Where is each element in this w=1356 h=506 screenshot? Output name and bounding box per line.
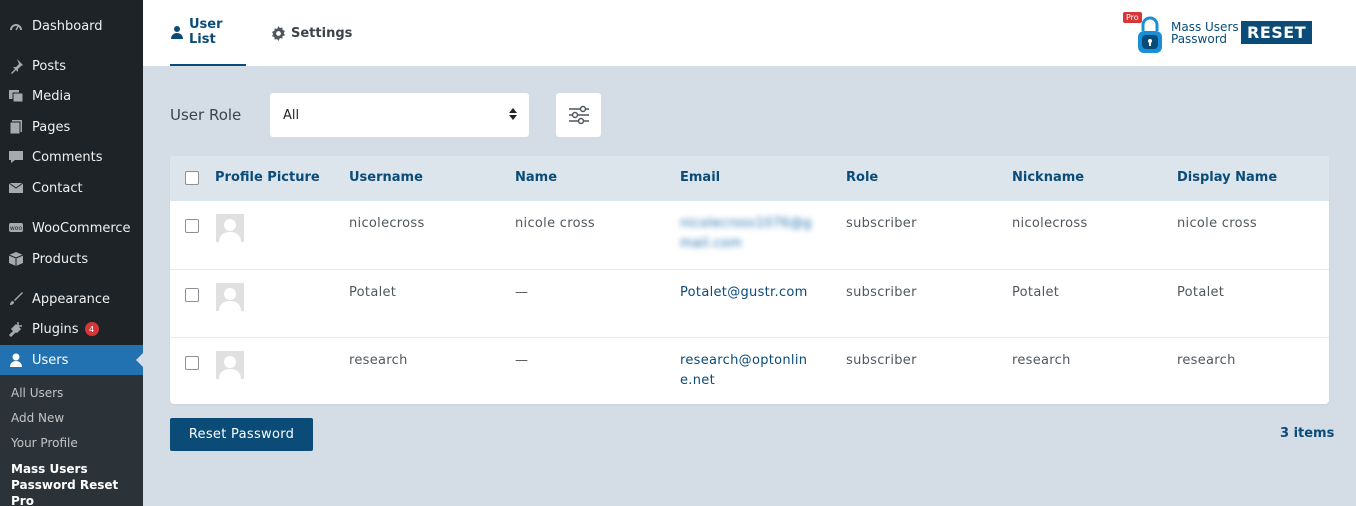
dashboard-icon (8, 18, 24, 34)
current-menu-arrow (136, 353, 143, 367)
submenu-mass-users-password-reset-pro[interactable]: Mass Users Password Reset Pro (11, 461, 136, 506)
user-icon (8, 352, 24, 368)
svg-text:woo: woo (10, 225, 23, 232)
tab-user-list[interactable]: User List (170, 0, 246, 66)
cell-display-name: nicole cross (1177, 216, 1258, 231)
table-row: nicolecross nicole cross nicolecross1076… (170, 201, 1329, 269)
tab-settings[interactable]: Settings (271, 0, 352, 66)
select-value: All (283, 107, 300, 123)
cell-role: subscriber (846, 353, 917, 368)
tab-label: User List (189, 17, 223, 47)
items-count: 3 items (1280, 426, 1335, 441)
header-display-name[interactable]: Display Name (1177, 170, 1277, 185)
sidebar-item-contact[interactable]: Contact (0, 173, 143, 203)
sidebar-item-label: Posts (32, 58, 66, 74)
cell-nickname: Potalet (1012, 285, 1060, 300)
box-icon (8, 251, 24, 267)
select-all-checkbox[interactable] (185, 171, 199, 185)
cell-email[interactable]: research@optonline.net (680, 351, 820, 391)
header-username[interactable]: Username (349, 170, 423, 185)
cell-role: subscriber (846, 285, 917, 300)
pro-badge: Pro (1123, 12, 1142, 23)
filter-settings-button[interactable] (556, 93, 601, 137)
sidebar-item-label: Pages (32, 119, 71, 135)
gear-icon (271, 25, 286, 41)
brush-icon (8, 291, 24, 307)
pages-icon (8, 119, 24, 135)
submenu-your-profile[interactable]: Your Profile (11, 436, 78, 450)
sidebar-item-woocommerce[interactable]: woo WooCommerce (0, 213, 143, 243)
users-submenu: All Users Add New Your Profile Mass User… (0, 375, 143, 506)
cell-username: research (349, 353, 408, 368)
row-checkbox[interactable] (185, 356, 199, 370)
sidebar-item-label: Comments (32, 149, 103, 165)
header-name[interactable]: Name (515, 170, 557, 185)
sidebar-item-users[interactable]: Users (0, 345, 143, 375)
sidebar-item-label: Users (32, 352, 69, 368)
cell-role: subscriber (846, 216, 917, 231)
cell-username: Potalet (349, 285, 397, 300)
submenu-all-users[interactable]: All Users (11, 386, 63, 400)
tab-label: Settings (291, 25, 353, 41)
logo-text: Mass Users Password (1171, 21, 1239, 45)
table-header: Profile Picture Username Name Email Role… (170, 156, 1329, 201)
cell-username: nicolecross (349, 216, 425, 231)
cell-nickname: nicolecross (1012, 216, 1088, 231)
sidebar-item-dashboard[interactable]: Dashboard (0, 11, 143, 41)
admin-sidebar: Dashboard Posts Media Pages Comments Con… (0, 0, 143, 506)
sidebar-item-label: Plugins (32, 321, 79, 337)
sidebar-item-label: Media (32, 88, 72, 104)
avatar (216, 214, 244, 242)
table-row: research — research@optonline.net subscr… (170, 337, 1329, 404)
cell-display-name: research (1177, 353, 1236, 368)
header-email[interactable]: Email (680, 170, 720, 185)
plugin-update-badge: 4 (84, 322, 99, 336)
media-icon (8, 88, 24, 104)
plugin-logo: Pro Mass Users Password RESET (1123, 12, 1323, 56)
sidebar-item-media[interactable]: Media (0, 81, 143, 111)
avatar (216, 283, 244, 311)
table-row: Potalet — Potalet@gustr.com subscriber P… (170, 269, 1329, 337)
sidebar-item-products[interactable]: Products (0, 244, 143, 274)
users-table: Profile Picture Username Name Email Role… (170, 156, 1329, 404)
cell-name: nicole cross (515, 216, 596, 231)
user-role-label: User Role (170, 106, 242, 124)
comment-icon (8, 149, 24, 165)
reset-password-button[interactable]: Reset Password (170, 418, 313, 451)
select-arrows-icon (509, 108, 517, 120)
sidebar-item-plugins[interactable]: Plugins 4 (0, 314, 143, 344)
sliders-icon (568, 105, 589, 125)
sidebar-item-appearance[interactable]: Appearance (0, 284, 143, 314)
sidebar-item-label: Dashboard (32, 18, 103, 34)
sidebar-item-label: Contact (32, 180, 83, 196)
sidebar-item-label: Products (32, 251, 89, 267)
header-role[interactable]: Role (846, 170, 878, 185)
header-nickname[interactable]: Nickname (1012, 170, 1084, 185)
row-checkbox[interactable] (185, 219, 199, 233)
sidebar-item-pages[interactable]: Pages (0, 112, 143, 142)
logo-line2: Password (1171, 32, 1228, 46)
logo-reset: RESET (1241, 21, 1313, 44)
pin-icon (8, 58, 24, 74)
sidebar-item-label: Appearance (32, 291, 111, 307)
plug-icon (8, 321, 24, 337)
sidebar-item-comments[interactable]: Comments (0, 142, 143, 172)
sidebar-item-label: WooCommerce (32, 220, 131, 236)
cell-name: — (515, 353, 529, 368)
sidebar-item-posts[interactable]: Posts (0, 51, 143, 81)
user-role-select[interactable]: All (270, 93, 529, 137)
cell-nickname: research (1012, 353, 1071, 368)
plugin-header: User List Settings Pro Mass Users Passwo… (143, 0, 1356, 66)
woo-icon: woo (8, 220, 24, 236)
cell-name: — (515, 285, 529, 300)
cell-email[interactable]: nicolecross1076@gmail.com (680, 214, 820, 254)
header-profile-picture[interactable]: Profile Picture (215, 170, 320, 185)
cell-display-name: Potalet (1177, 285, 1225, 300)
mail-icon (8, 180, 24, 196)
submenu-add-new[interactable]: Add New (11, 411, 64, 425)
avatar (216, 351, 244, 379)
cell-email[interactable]: Potalet@gustr.com (680, 283, 820, 303)
row-checkbox[interactable] (185, 288, 199, 302)
user-icon (170, 25, 184, 39)
